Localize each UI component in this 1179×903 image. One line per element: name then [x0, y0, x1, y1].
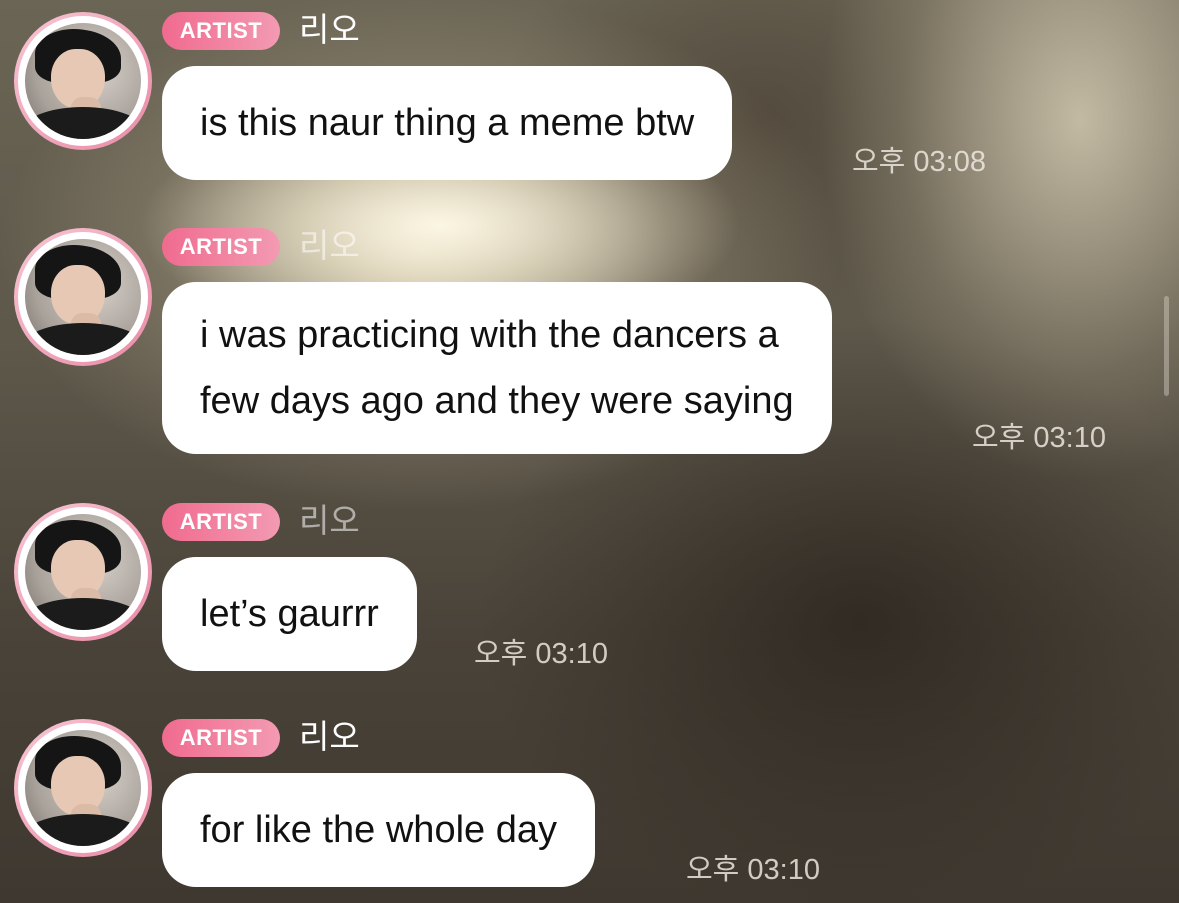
- scrollbar[interactable]: [1164, 296, 1169, 396]
- message-time: 오후 03:10: [686, 854, 820, 886]
- avatar-photo: [25, 514, 141, 630]
- message-bubble[interactable]: is this naur thing a meme btw: [162, 66, 733, 180]
- message-text-line: few days ago and they were saying: [200, 380, 794, 422]
- artist-avatar[interactable]: [14, 503, 152, 641]
- sender-name: 리오: [299, 502, 360, 539]
- artist-avatar[interactable]: [14, 228, 152, 366]
- message-text: for like the whole day: [200, 809, 557, 851]
- artist-avatar[interactable]: [14, 12, 152, 150]
- avatar-photo: [25, 730, 141, 846]
- artist-badge: ARTIST: [162, 503, 280, 541]
- avatar-photo: [25, 23, 141, 139]
- sender-name: 리오: [299, 718, 360, 755]
- message-time: 오후 03:10: [474, 638, 608, 670]
- artist-badge: ARTIST: [162, 228, 280, 266]
- message-bubble[interactable]: let’s gaurrr: [162, 557, 417, 671]
- message-bubble[interactable]: for like the whole day: [162, 773, 595, 887]
- avatar-photo: [25, 239, 141, 355]
- message-time: 오후 03:08: [852, 146, 986, 178]
- message-text: let’s gaurrr: [200, 593, 379, 635]
- sender-name: 리오: [299, 11, 360, 48]
- artist-badge: ARTIST: [162, 12, 280, 50]
- artist-badge: ARTIST: [162, 719, 280, 757]
- message-bubble[interactable]: i was practicing with the dancers a few …: [162, 282, 832, 454]
- message-text-line: i was practicing with the dancers a: [200, 314, 779, 356]
- message-time: 오후 03:10: [972, 422, 1106, 454]
- sender-name: 리오: [299, 227, 360, 264]
- artist-avatar[interactable]: [14, 719, 152, 857]
- message-text: is this naur thing a meme btw: [200, 102, 695, 144]
